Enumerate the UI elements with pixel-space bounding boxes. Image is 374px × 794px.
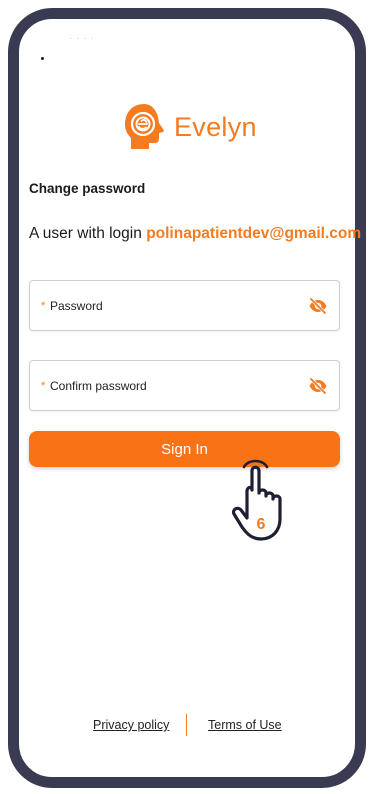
footer: Privacy policy Terms of Use xyxy=(0,714,374,736)
login-info: A user with login polinapatientdev@gmail… xyxy=(29,225,361,243)
password-label: Password xyxy=(50,299,103,313)
eye-slash-icon[interactable] xyxy=(308,376,328,396)
app-name: Evelyn xyxy=(174,111,257,142)
privacy-policy-link[interactable]: Privacy policy xyxy=(93,718,169,732)
status-bar: · · · · xyxy=(69,33,95,44)
app-logo: Evelyn xyxy=(122,102,257,152)
sign-in-button[interactable]: Sign In xyxy=(29,431,340,467)
confirm-password-field[interactable]: * Confirm password xyxy=(29,360,340,411)
footer-divider xyxy=(186,714,187,736)
login-prefix: A user with login xyxy=(29,225,142,242)
terms-of-use-link[interactable]: Terms of Use xyxy=(208,718,282,732)
eye-slash-icon[interactable] xyxy=(308,296,328,316)
login-email: polinapatientdev@gmail.com xyxy=(146,225,362,242)
head-profile-logo-icon xyxy=(122,102,168,152)
required-mark: * xyxy=(41,380,46,392)
required-mark: * xyxy=(41,300,46,312)
pointing-hand-icon: 6 xyxy=(230,457,292,541)
status-dot xyxy=(41,57,44,60)
step-number: 6 xyxy=(257,516,266,533)
password-field[interactable]: * Password xyxy=(29,280,340,331)
page-title: Change password xyxy=(29,181,146,196)
confirm-password-label: Confirm password xyxy=(50,379,147,393)
